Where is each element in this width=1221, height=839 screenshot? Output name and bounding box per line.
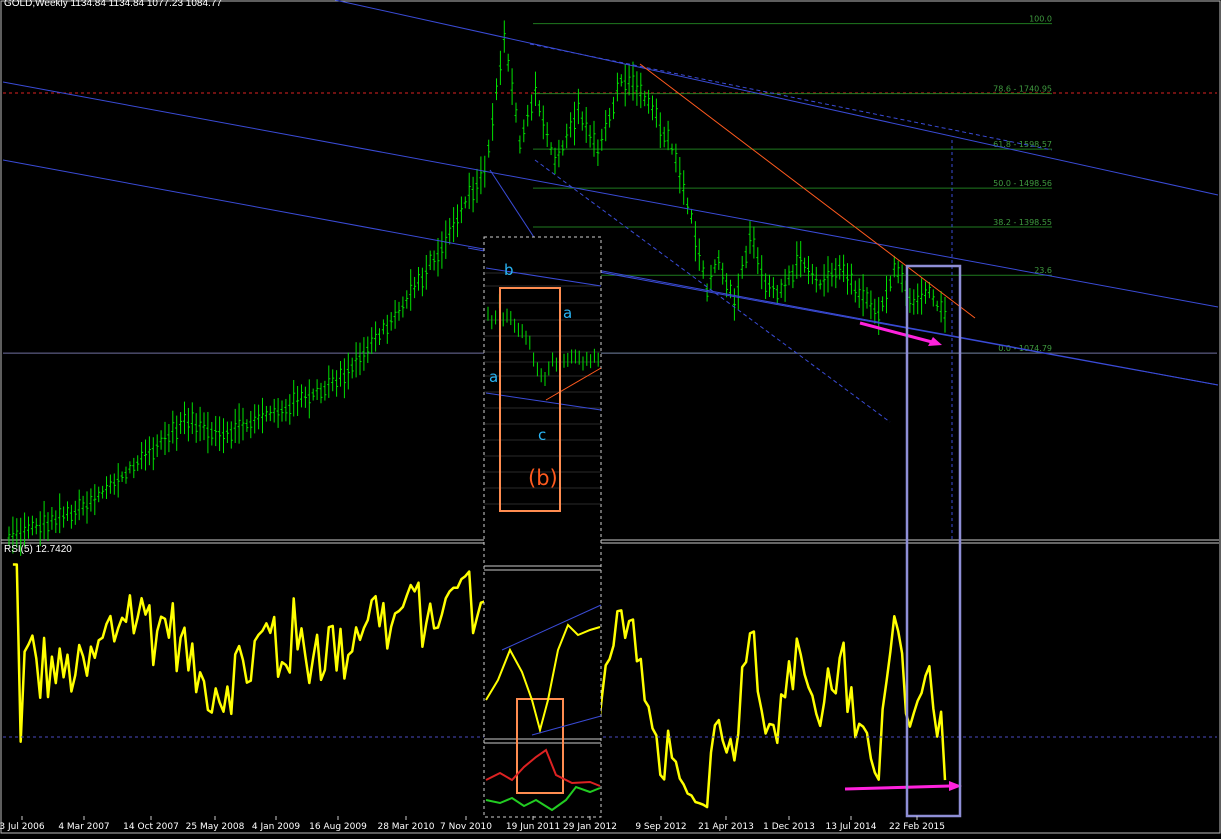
fib-label-4: 38.2 - 1398.55 xyxy=(993,218,1052,227)
x-tick-label-7: 7 Nov 2010 xyxy=(440,822,492,832)
wave-label-0: b xyxy=(504,261,514,279)
window-title: GOLD,Weekly 1134.84 1134.84 1077.23 1084… xyxy=(4,0,222,9)
x-tick-label-14: 22 Feb 2015 xyxy=(889,822,945,832)
x-tick-label-5: 16 Aug 2009 xyxy=(309,822,367,832)
x-tick-label-2: 14 Oct 2007 xyxy=(123,822,179,832)
chart-frame xyxy=(0,0,1221,834)
rsi-arrow-shaft xyxy=(844,784,951,791)
wave-label-2: a xyxy=(489,368,498,386)
chart-canvas[interactable]: 100.078.6 - 1740.9561.8 - 1598.5750.0 - … xyxy=(0,0,1221,834)
x-tick-label-0: 3 Jul 2006 xyxy=(0,822,45,832)
rsi-line xyxy=(12,563,947,809)
fib-label-0: 100.0 xyxy=(1029,15,1052,24)
chart-window[interactable]: 100.0 78.6 - 1740.95 61.8 - 1598.57 50.0 - … xyxy=(0,0,1221,834)
channel-line-1 xyxy=(2,81,1219,308)
fib-label-3: 50.0 - 1498.56 xyxy=(993,179,1052,188)
x-tick-label-8: 19 Jun 2011 xyxy=(506,822,560,832)
highlight-box xyxy=(905,264,962,818)
x-tick-label-9: 29 Jan 2012 xyxy=(563,822,617,832)
x-tick-label-6: 28 Mar 2010 xyxy=(377,822,434,832)
inset-frame xyxy=(483,236,602,818)
x-tick-label-3: 25 May 2008 xyxy=(186,822,245,832)
fib-label-1: 78.6 - 1740.95 xyxy=(993,85,1052,94)
orange-trendline xyxy=(639,63,976,319)
x-tick-label-13: 13 Jul 2014 xyxy=(826,822,877,832)
x-tick-label-4: 4 Jan 2009 xyxy=(252,822,300,832)
x-tick-label-1: 4 Mar 2007 xyxy=(58,822,109,832)
wave-label-3: c xyxy=(538,426,546,444)
channel-line-4 xyxy=(529,43,1053,151)
x-tick-label-10: 9 Sep 2012 xyxy=(635,822,686,832)
indicator-title: RSI(5) 12.7420 xyxy=(4,544,72,555)
wave-label-4: (b) xyxy=(528,466,558,490)
x-tick-label-11: 21 Apr 2013 xyxy=(698,822,754,832)
x-tick-label-12: 1 Dec 2013 xyxy=(763,822,815,832)
inset-panel: b a a c (b) xyxy=(483,236,602,818)
channel-line-0 xyxy=(334,0,1219,196)
wave-label-1: a xyxy=(563,304,572,322)
